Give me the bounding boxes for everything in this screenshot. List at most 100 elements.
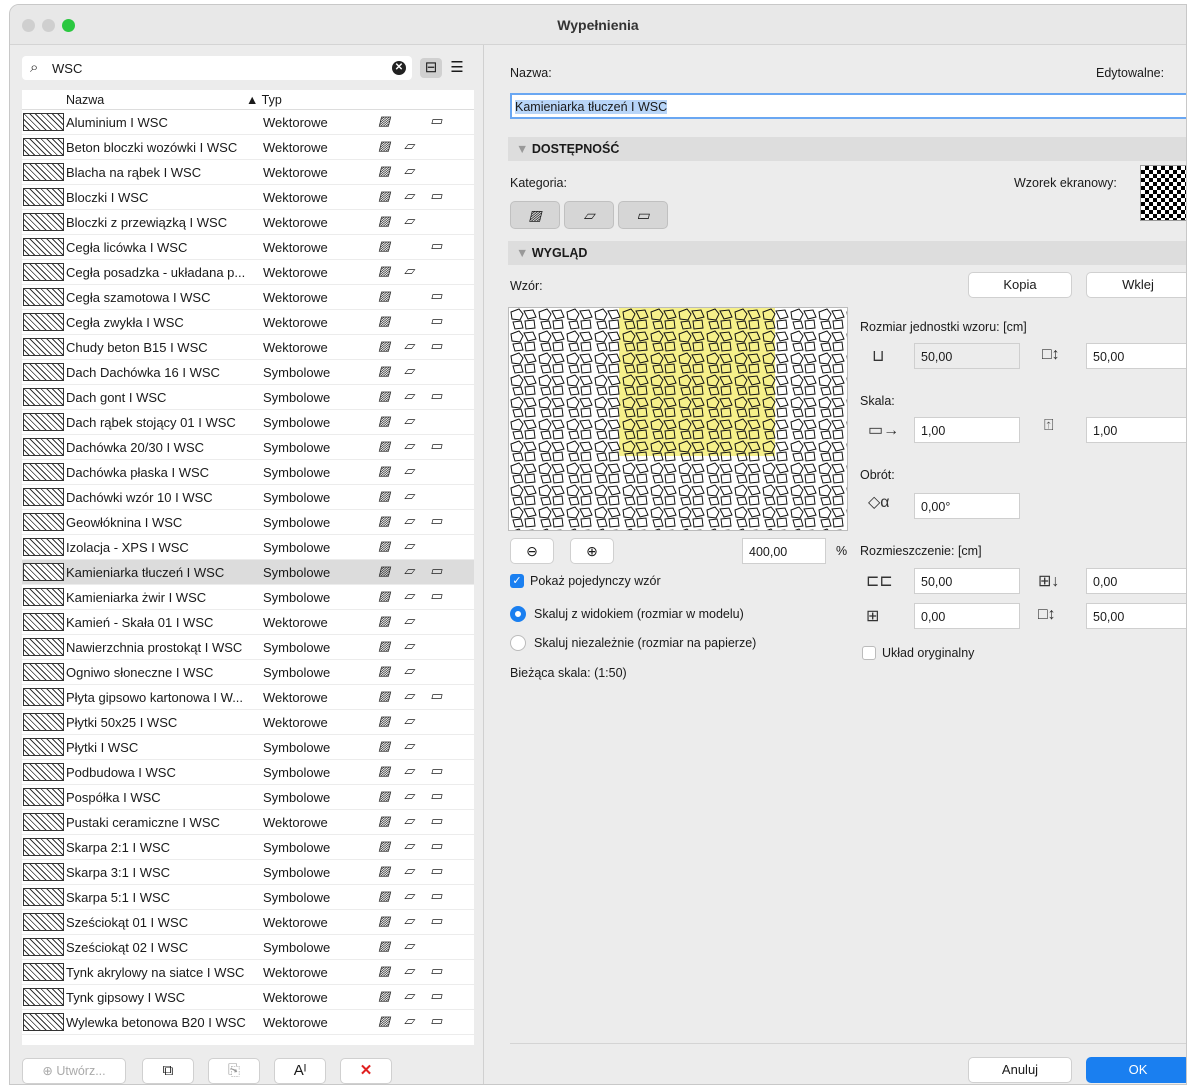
table-row[interactable]: Tynk akrylowy na siatce I WSC Wektorowe ▨ ▱… bbox=[22, 960, 474, 985]
tree-view-icon[interactable]: ⊟ bbox=[420, 58, 442, 78]
table-row[interactable]: Skarpa 3:1 I WSC Symbolowe ▨ ▱ ▭ bbox=[22, 860, 474, 885]
draft-category-icon: ▨ bbox=[378, 613, 390, 628]
scale-x-input[interactable]: 1,00 bbox=[914, 417, 1020, 443]
table-row[interactable]: Nawierzchnia prostokąt I WSC Symbolowe ▨ ▱ bbox=[22, 635, 474, 660]
cover-category-icon: ▱ bbox=[404, 188, 414, 203]
table-row[interactable]: Sześciokąt 02 I WSC Symbolowe ▨ ▱ bbox=[22, 935, 474, 960]
section-category-icon: ▭ bbox=[430, 288, 442, 303]
search-field[interactable]: ⌕ WSC ✕ bbox=[22, 56, 412, 80]
table-row[interactable]: Sześciokąt 01 I WSC Wektorowe ▨ ▱ ▭ bbox=[22, 910, 474, 935]
table-row[interactable]: Dach gont I WSC Symbolowe ▨ ▱ ▭ bbox=[22, 385, 474, 410]
draft-category-icon: ▨ bbox=[378, 413, 390, 428]
table-row[interactable]: Bloczki I WSC Wektorowe ▨ ▱ ▭ bbox=[22, 185, 474, 210]
section-category-icon: ▭ bbox=[430, 338, 442, 353]
table-row[interactable]: Płytki 50x25 I WSC Wektorowe ▨ ▱ bbox=[22, 710, 474, 735]
table-row[interactable]: Geowłóknina I WSC Symbolowe ▨ ▱ ▭ bbox=[22, 510, 474, 535]
table-row[interactable]: Płyta gipsowo kartonowa I W... Wektorowe ▨… bbox=[22, 685, 474, 710]
table-row[interactable]: Skarpa 2:1 I WSC Symbolowe ▨ ▱ ▭ bbox=[22, 835, 474, 860]
create-button[interactable]: ⊕ Utwórz... bbox=[22, 1058, 126, 1084]
scale-independent-radio[interactable] bbox=[510, 635, 526, 651]
table-row[interactable]: Beton bloczki wozówki I WSC Wektorowe ▨ ▱ bbox=[22, 135, 474, 160]
import-icon[interactable]: ⎘ bbox=[208, 1058, 260, 1084]
table-row[interactable]: Chudy beton B15 I WSC Wektorowe ▨ ▱ ▭ bbox=[22, 335, 474, 360]
editable-label: Edytowalne: bbox=[1096, 66, 1165, 80]
spacing-d-input[interactable]: 50,00 bbox=[1086, 603, 1186, 629]
rename-button[interactable]: Aᴵ bbox=[274, 1058, 326, 1084]
table-row[interactable]: Dachówki wzór 10 I WSC Symbolowe ▨ ▱ bbox=[22, 485, 474, 510]
list-view-icon[interactable]: ☰ bbox=[446, 58, 468, 78]
original-layout-checkbox[interactable] bbox=[862, 646, 876, 660]
fill-name: Ogniwo słoneczne I WSC bbox=[66, 665, 214, 680]
table-row[interactable]: Płytki I WSC Symbolowe ▨ ▱ bbox=[22, 735, 474, 760]
cover-category-icon: ▱ bbox=[404, 463, 414, 478]
table-row[interactable]: Pospółka I WSC Symbolowe ▨ ▱ ▭ bbox=[22, 785, 474, 810]
scale-y-input[interactable]: 1,00 bbox=[1086, 417, 1186, 443]
category-section-icon[interactable]: ▭ bbox=[618, 201, 668, 229]
draft-category-icon: ▨ bbox=[378, 838, 390, 853]
table-row[interactable]: Dach Dachówka 16 I WSC Symbolowe ▨ ▱ bbox=[22, 360, 474, 385]
cover-category-icon: ▱ bbox=[404, 638, 414, 653]
cover-category-icon: ▱ bbox=[404, 438, 414, 453]
table-row[interactable]: Skarpa 5:1 I WSC Symbolowe ▨ ▱ ▭ bbox=[22, 885, 474, 910]
fill-name: Aluminium I WSC bbox=[66, 115, 168, 130]
unit-width-input[interactable]: 50,00 bbox=[914, 343, 1020, 369]
table-row[interactable]: Pustaki ceramiczne I WSC Wektorowe ▨ ▱ ▭ bbox=[22, 810, 474, 835]
section-category-icon: ▭ bbox=[430, 388, 442, 403]
screen-pattern-swatch[interactable] bbox=[1140, 165, 1186, 221]
delete-icon[interactable]: ✕ bbox=[340, 1058, 392, 1084]
cancel-button[interactable]: Anuluj bbox=[968, 1057, 1072, 1083]
draft-category-icon: ▨ bbox=[378, 638, 390, 653]
table-row[interactable]: Wylewka betonowa B20 I WSC Wektorowe ▨ ▱ ▭ bbox=[22, 1010, 474, 1035]
spacing-a-input[interactable]: 50,00 bbox=[914, 568, 1020, 594]
spacing-b-input[interactable]: 0,00 bbox=[1086, 568, 1186, 594]
table-row[interactable]: Dachówka 20/30 I WSC Symbolowe ▨ ▱ ▭ bbox=[22, 435, 474, 460]
name-input[interactable]: Kamieniarka tłuczeń I WSC bbox=[510, 93, 1186, 119]
unit-height-input[interactable]: 50,00 bbox=[1086, 343, 1186, 369]
table-row[interactable]: Cegła szamotowa I WSC Wektorowe ▨ ▭ bbox=[22, 285, 474, 310]
duplicate-icon[interactable]: ⧉ bbox=[142, 1058, 194, 1084]
fill-name: Dachówka 20/30 I WSC bbox=[66, 440, 205, 455]
column-header-name[interactable]: Nazwa bbox=[66, 93, 104, 107]
table-row[interactable]: Aluminium I WSC Wektorowe ▨ ▭ bbox=[22, 110, 474, 135]
spacing-height-icon: □↕ bbox=[1038, 606, 1056, 623]
zoom-out-icon[interactable]: ⊖ bbox=[510, 538, 554, 564]
table-row[interactable]: Cegła zwykła I WSC Wektorowe ▨ ▭ bbox=[22, 310, 474, 335]
table-row[interactable]: Kamieniarka tłuczeń I WSC Symbolowe ▨ ▱ ▭ bbox=[22, 560, 474, 585]
create-button-label: Utwórz... bbox=[56, 1064, 106, 1078]
zoom-input[interactable]: 400,00 bbox=[742, 538, 826, 564]
paste-button[interactable]: Wklej bbox=[1086, 272, 1186, 298]
section-availability[interactable]: ▼ DOSTĘPNOŚĆ bbox=[508, 137, 1186, 161]
column-header-type[interactable]: ▲ Typ bbox=[246, 93, 282, 107]
fill-type: Wektorowe bbox=[263, 115, 328, 130]
table-row[interactable]: Kamień - Skała 01 I WSC Wektorowe ▨ ▱ bbox=[22, 610, 474, 635]
section-appearance[interactable]: ▼ WYGLĄD bbox=[508, 241, 1186, 265]
spacing-c-input[interactable]: 0,00 bbox=[914, 603, 1020, 629]
ok-button[interactable]: OK bbox=[1086, 1057, 1186, 1083]
search-input[interactable]: WSC bbox=[52, 61, 82, 76]
scale-with-view-radio[interactable] bbox=[510, 606, 526, 622]
fill-swatch bbox=[23, 113, 64, 131]
spacing-offset-y-icon: ⊞ bbox=[866, 608, 880, 625]
table-row[interactable]: Ogniwo słoneczne I WSC Symbolowe ▨ ▱ bbox=[22, 660, 474, 685]
clear-search-icon[interactable]: ✕ bbox=[392, 61, 406, 75]
table-row[interactable]: Bloczki z przewiązką I WSC Wektorowe ▨ ▱ bbox=[22, 210, 474, 235]
rotation-input[interactable]: 0,00° bbox=[914, 493, 1020, 519]
table-row[interactable]: Cegła licówka I WSC Wektorowe ▨ ▭ bbox=[22, 235, 474, 260]
table-row[interactable]: Kamieniarka żwir I WSC Symbolowe ▨ ▱ ▭ bbox=[22, 585, 474, 610]
table-row[interactable]: Dach rąbek stojący 01 I WSC Symbolowe ▨ ▱ bbox=[22, 410, 474, 435]
fill-name: Bloczki I WSC bbox=[66, 190, 149, 205]
table-row[interactable]: Dachówka płaska I WSC Symbolowe ▨ ▱ bbox=[22, 460, 474, 485]
table-row[interactable]: Izolacja - XPS I WSC Symbolowe ▨ ▱ bbox=[22, 535, 474, 560]
table-row[interactable]: Blacha na rąbek I WSC Wektorowe ▨ ▱ bbox=[22, 160, 474, 185]
table-row[interactable]: Tynk gipsowy I WSC Wektorowe ▨ ▱ ▭ bbox=[22, 985, 474, 1010]
zoom-in-icon[interactable]: ⊕ bbox=[570, 538, 614, 564]
category-cover-icon[interactable]: ▱ bbox=[564, 201, 614, 229]
copy-button[interactable]: Kopia bbox=[968, 272, 1072, 298]
table-row[interactable]: Cegła posadzka - układana p... Wektorowe ▨… bbox=[22, 260, 474, 285]
table-body: Aluminium I WSC Wektorowe ▨ ▭ Beton bloczki … bbox=[22, 110, 474, 1035]
show-single-checkbox[interactable]: ✓ bbox=[510, 574, 524, 588]
table-row[interactable]: Podbudowa I WSC Symbolowe ▨ ▱ ▭ bbox=[22, 760, 474, 785]
category-draft-icon[interactable]: ▨ bbox=[510, 201, 560, 229]
draft-category-icon: ▨ bbox=[378, 663, 390, 678]
draft-category-icon: ▨ bbox=[378, 763, 390, 778]
